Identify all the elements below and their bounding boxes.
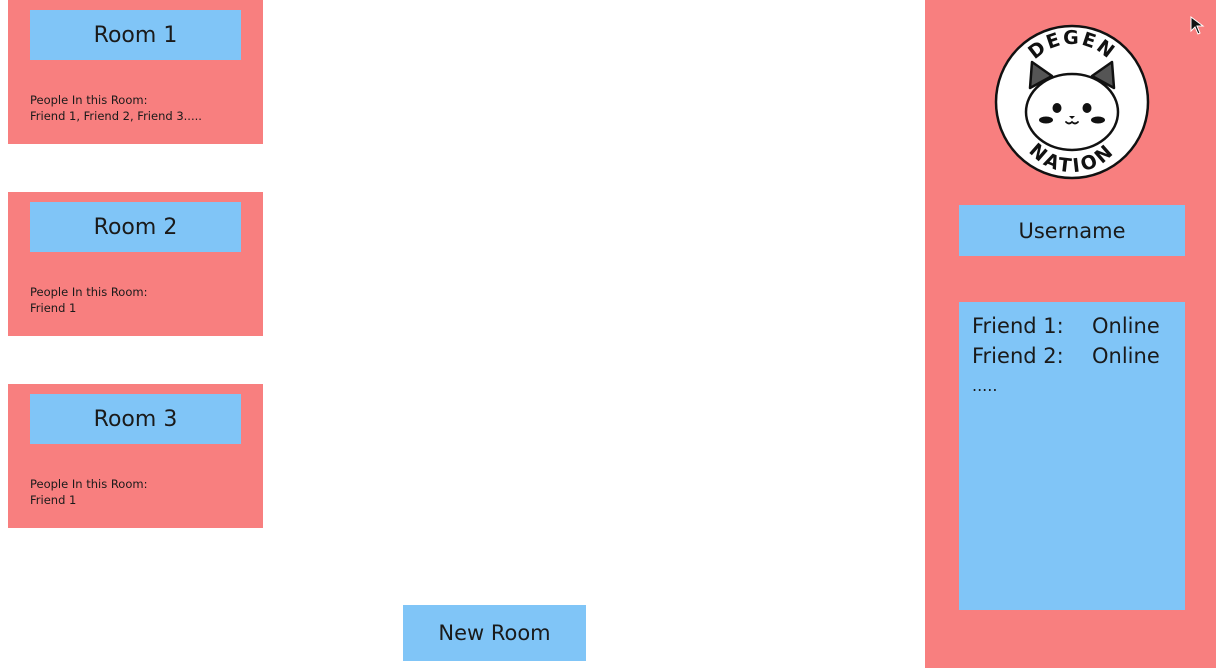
room-3-people: People In this Room: Friend 1 bbox=[30, 476, 147, 508]
app-root: Room 1 People In this Room: Friend 1, Fr… bbox=[0, 0, 1216, 668]
room-3-people-list: Friend 1 bbox=[30, 493, 77, 507]
friends-more-indicator: ..... bbox=[972, 376, 998, 395]
room-1-people-label: People In this Room: bbox=[30, 93, 148, 107]
friend-2-name: Friend 2: bbox=[972, 344, 1064, 368]
username-button[interactable]: Username bbox=[959, 205, 1185, 256]
room-1-button[interactable]: Room 1 bbox=[30, 10, 241, 60]
friends-list-panel: Friend 1: Online Friend 2: Online ..... bbox=[959, 302, 1185, 610]
mouse-cursor-icon bbox=[1190, 16, 1205, 35]
room-1-people-list: Friend 1, Friend 2, Friend 3..... bbox=[30, 109, 202, 123]
room-2-button[interactable]: Room 2 bbox=[30, 202, 241, 252]
friend-1-name: Friend 1: bbox=[972, 314, 1064, 338]
room-2-people-label: People In this Room: bbox=[30, 285, 148, 299]
degen-nation-logo: DEGEN NATION bbox=[994, 24, 1150, 180]
room-2-people: People In this Room: Friend 1 bbox=[30, 284, 147, 316]
sidebar: DEGEN NATION Username Friend 1: Online F… bbox=[925, 0, 1216, 668]
room-1-people: People In this Room: Friend 1, Friend 2,… bbox=[30, 92, 202, 124]
new-room-button[interactable]: New Room bbox=[403, 605, 586, 661]
room-card-3: Room 3 People In this Room: Friend 1 bbox=[8, 384, 263, 528]
room-3-people-label: People In this Room: bbox=[30, 477, 148, 491]
room-card-1: Room 1 People In this Room: Friend 1, Fr… bbox=[8, 0, 263, 144]
room-card-2: Room 2 People In this Room: Friend 1 bbox=[8, 192, 263, 336]
cat-face-icon bbox=[1024, 60, 1120, 152]
room-2-people-list: Friend 1 bbox=[30, 301, 77, 315]
friend-2-status: Online bbox=[1092, 344, 1160, 368]
room-3-button[interactable]: Room 3 bbox=[30, 394, 241, 444]
friend-1-status: Online bbox=[1092, 314, 1160, 338]
